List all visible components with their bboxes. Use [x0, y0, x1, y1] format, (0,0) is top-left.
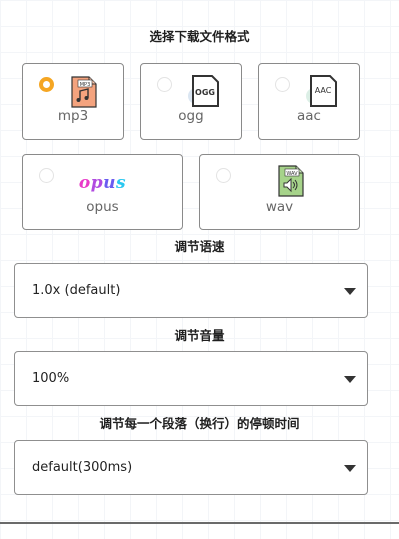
chevron-down-icon: [344, 376, 356, 383]
speed-select[interactable]: 1.0x (default): [14, 263, 368, 318]
format-option-mp3[interactable]: MP3 mp3: [22, 63, 124, 140]
volume-select[interactable]: 100%: [14, 351, 368, 406]
format-label-opus: opus: [86, 199, 119, 215]
volume-section-title: 调节音量: [174, 328, 225, 343]
format-radio-mp3[interactable]: [39, 77, 54, 92]
wav-badge: WAV: [286, 171, 298, 177]
format-option-aac[interactable]: AAC aac: [258, 63, 360, 140]
mp3-badge: MP3: [80, 82, 91, 88]
format-option-wav[interactable]: WAV wav: [199, 154, 360, 230]
format-radio-aac[interactable]: [275, 77, 290, 92]
speed-section-title: 调节语速: [174, 239, 225, 254]
opus-logo-icon: opus: [78, 173, 127, 193]
ogg-badge: OGG: [195, 88, 215, 97]
format-label-ogg: ogg: [178, 108, 204, 124]
pause-select[interactable]: default(300ms): [14, 440, 368, 495]
format-label-aac: aac: [297, 108, 321, 124]
ogg-file-icon: OGG: [188, 75, 219, 107]
volume-select-value: 100%: [32, 371, 70, 386]
format-option-ogg[interactable]: OGG ogg: [140, 63, 242, 140]
format-option-opus[interactable]: opus opus: [22, 154, 183, 230]
wav-file-icon: WAV: [278, 165, 304, 197]
format-section-title: 选择下载文件格式: [149, 29, 250, 44]
chevron-down-icon: [344, 465, 356, 472]
pause-select-value: default(300ms): [32, 460, 133, 475]
aac-badge: AAC: [315, 86, 332, 95]
mp3-file-icon: MP3: [71, 76, 97, 108]
chevron-down-icon: [344, 288, 356, 295]
format-label-mp3: mp3: [57, 108, 89, 124]
format-label-wav: wav: [265, 199, 294, 215]
aac-file-icon: AAC: [306, 75, 337, 107]
format-radio-wav[interactable]: [216, 168, 231, 183]
bottom-divider: [0, 522, 399, 524]
pause-section-title: 调节每一个段落（换行）的停顿时间: [99, 416, 300, 431]
format-radio-ogg[interactable]: [157, 77, 172, 92]
speed-select-value: 1.0x (default): [32, 283, 121, 298]
